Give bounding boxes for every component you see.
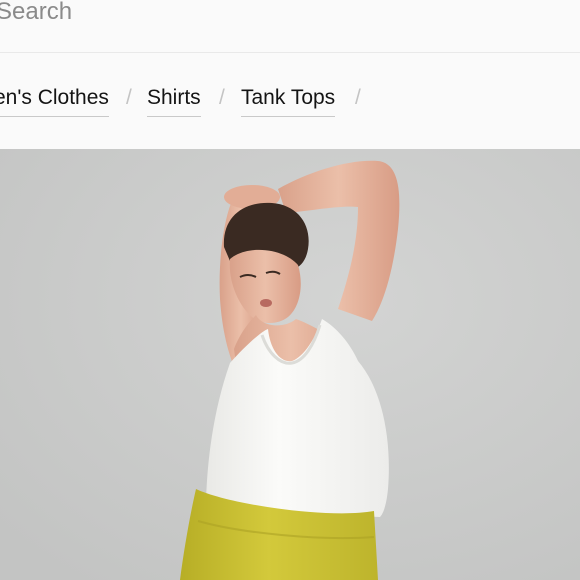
breadcrumb-item-tank-tops[interactable]: Tank Tops xyxy=(241,85,336,117)
breadcrumb-separator: / xyxy=(355,86,361,109)
product-image[interactable] xyxy=(0,149,580,580)
breadcrumb-item-shirts[interactable]: Shirts xyxy=(147,85,201,117)
product-page: en's Clothes / Shirts / Tank Tops / xyxy=(0,0,580,580)
breadcrumb-separator: / xyxy=(219,86,225,109)
breadcrumb-separator: / xyxy=(126,86,132,109)
breadcrumb: en's Clothes / Shirts / Tank Tops / xyxy=(0,54,580,148)
search-input[interactable] xyxy=(0,0,556,30)
product-photo xyxy=(0,149,580,580)
search-bar xyxy=(0,0,580,53)
breadcrumb-item-womens-clothes[interactable]: en's Clothes xyxy=(0,85,109,117)
